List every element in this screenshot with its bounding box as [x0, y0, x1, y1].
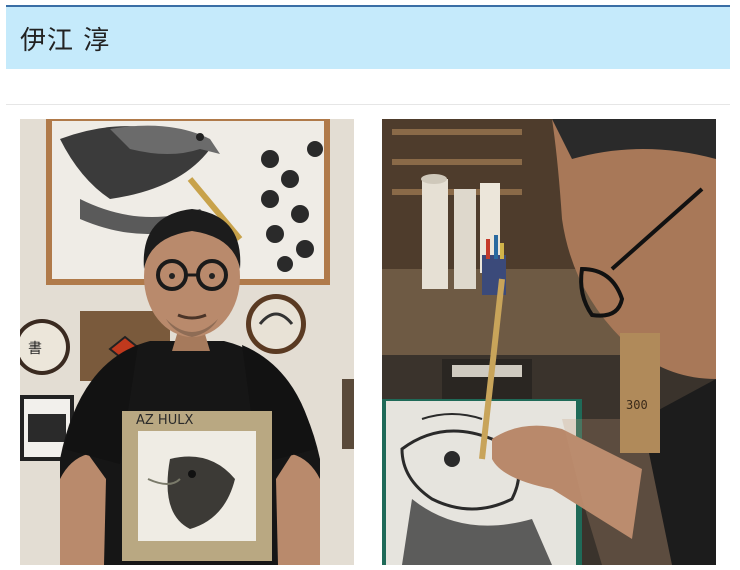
- svg-text:AZ HULX: AZ HULX: [136, 413, 193, 428]
- svg-text:300: 300: [626, 398, 648, 412]
- portrait-illustration: 書 AZ HULX: [20, 119, 354, 565]
- svg-text:書: 書: [28, 341, 42, 357]
- title-bar: 伊江 淳: [6, 5, 730, 69]
- portrait-photo: 書 AZ HULX: [20, 119, 354, 565]
- painting-illustration: 300: [382, 119, 716, 565]
- person-name: 伊江 淳: [20, 25, 111, 56]
- painting-photo: 300: [382, 119, 716, 565]
- divider: [6, 104, 730, 105]
